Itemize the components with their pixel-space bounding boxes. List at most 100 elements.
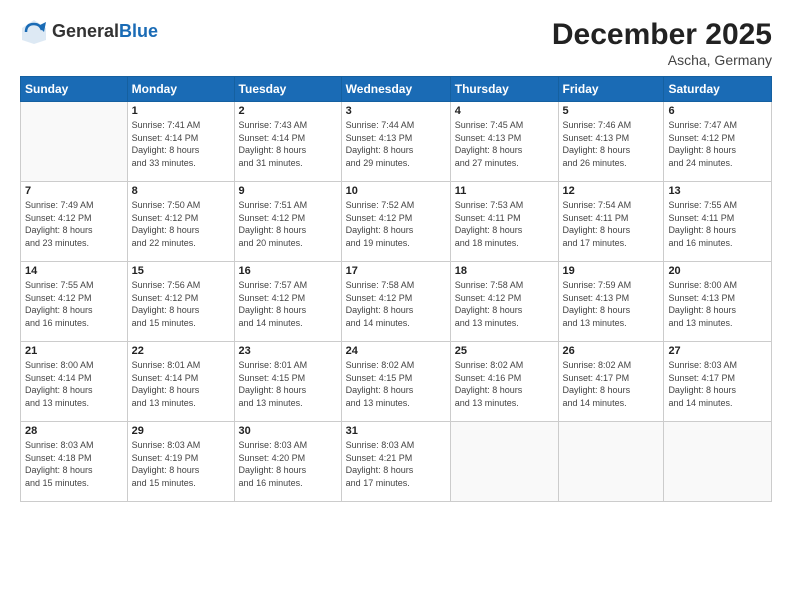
- day-number: 4: [455, 105, 554, 117]
- day-number: 21: [25, 345, 123, 357]
- calendar-cell: 6Sunrise: 7:47 AM Sunset: 4:12 PM Daylig…: [664, 102, 772, 182]
- day-info: Sunrise: 7:44 AM Sunset: 4:13 PM Dayligh…: [346, 119, 446, 169]
- day-number: 24: [346, 345, 446, 357]
- day-info: Sunrise: 7:55 AM Sunset: 4:12 PM Dayligh…: [25, 279, 123, 329]
- day-info: Sunrise: 8:01 AM Sunset: 4:15 PM Dayligh…: [239, 359, 337, 409]
- day-info: Sunrise: 8:03 AM Sunset: 4:17 PM Dayligh…: [668, 359, 767, 409]
- title-block: December 2025 Ascha, Germany: [552, 18, 772, 68]
- day-number: 28: [25, 425, 123, 437]
- calendar-cell: 29 Sunrise: 8:03 AM Sunset: 4:19 PM Dayli…: [127, 422, 234, 502]
- day-info: Sunrise: 8:02 AM Sunset: 4:17 PM Dayligh…: [563, 359, 660, 409]
- calendar-cell: 1 Sunrise: 7:41 AM Sunset: 4:14 PM Daylig…: [127, 102, 234, 182]
- calendar-cell: 2 Sunrise: 7:43 AM Sunset: 4:14 PM Daylig…: [234, 102, 341, 182]
- calendar-cell: 13 Sunrise: 7:55 AM Sunset: 4:11 PM Dayli…: [664, 182, 772, 262]
- day-info: Sunrise: 7:51 AM Sunset: 4:12 PM Dayligh…: [239, 199, 337, 249]
- calendar-cell: [664, 422, 772, 502]
- logo-text: GeneralBlue: [52, 22, 158, 42]
- day-number: 2: [239, 105, 337, 117]
- logo-general: General: [52, 21, 119, 41]
- day-number: 5: [563, 105, 660, 117]
- calendar-cell: 31 Sunrise: 8:03 AM Sunset: 4:21 PM Dayli…: [341, 422, 450, 502]
- calendar-cell: 4Sunrise: 7:45 AM Sunset: 4:13 PM Daylig…: [450, 102, 558, 182]
- day-number: 15: [132, 265, 230, 277]
- calendar-cell: 19 Sunrise: 7:59 AM Sunset: 4:13 PM Dayli…: [558, 262, 664, 342]
- day-number: 20: [668, 265, 767, 277]
- day-number: 27: [668, 345, 767, 357]
- calendar-cell: 22Sunrise: 8:01 AM Sunset: 4:14 PM Dayli…: [127, 342, 234, 422]
- day-number: 9: [239, 185, 337, 197]
- calendar-cell: 23 Sunrise: 8:01 AM Sunset: 4:15 PM Dayli…: [234, 342, 341, 422]
- col-header-thursday: Thursday: [450, 77, 558, 102]
- week-row-4: 21 Sunrise: 8:00 AM Sunset: 4:14 PM Dayli…: [21, 342, 772, 422]
- col-header-friday: Friday: [558, 77, 664, 102]
- calendar-cell: 14 Sunrise: 7:55 AM Sunset: 4:12 PM Dayli…: [21, 262, 128, 342]
- calendar-cell: [558, 422, 664, 502]
- calendar-cell: 25 Sunrise: 8:02 AM Sunset: 4:16 PM Dayli…: [450, 342, 558, 422]
- location: Ascha, Germany: [552, 52, 772, 68]
- day-number: 12: [563, 185, 660, 197]
- day-info: Sunrise: 7:57 AM Sunset: 4:12 PM Dayligh…: [239, 279, 337, 329]
- calendar-cell: 17Sunrise: 7:58 AM Sunset: 4:12 PM Dayli…: [341, 262, 450, 342]
- day-number: 10: [346, 185, 446, 197]
- day-number: 31: [346, 425, 446, 437]
- day-number: 8: [132, 185, 230, 197]
- calendar-table: SundayMondayTuesdayWednesdayThursdayFrid…: [20, 76, 772, 502]
- day-info: Sunrise: 8:00 AM Sunset: 4:14 PM Dayligh…: [25, 359, 123, 409]
- calendar-cell: 28 Sunrise: 8:03 AM Sunset: 4:18 PM Dayli…: [21, 422, 128, 502]
- day-number: 7: [25, 185, 123, 197]
- day-number: 13: [668, 185, 767, 197]
- calendar-cell: 16Sunrise: 7:57 AM Sunset: 4:12 PM Dayli…: [234, 262, 341, 342]
- day-info: Sunrise: 7:59 AM Sunset: 4:13 PM Dayligh…: [563, 279, 660, 329]
- calendar-cell: 10Sunrise: 7:52 AM Sunset: 4:12 PM Dayli…: [341, 182, 450, 262]
- day-number: 17: [346, 265, 446, 277]
- page: GeneralBlue December 2025 Ascha, Germany…: [0, 0, 792, 612]
- day-number: 11: [455, 185, 554, 197]
- calendar-cell: [450, 422, 558, 502]
- calendar-cell: 15 Sunrise: 7:56 AM Sunset: 4:12 PM Dayli…: [127, 262, 234, 342]
- calendar-cell: 24 Sunrise: 8:02 AM Sunset: 4:15 PM Dayli…: [341, 342, 450, 422]
- calendar-header-row: SundayMondayTuesdayWednesdayThursdayFrid…: [21, 77, 772, 102]
- day-number: 14: [25, 265, 123, 277]
- day-number: 23: [239, 345, 337, 357]
- logo-icon: [20, 18, 48, 46]
- day-info: Sunrise: 7:43 AM Sunset: 4:14 PM Dayligh…: [239, 119, 337, 169]
- calendar-cell: 26Sunrise: 8:02 AM Sunset: 4:17 PM Dayli…: [558, 342, 664, 422]
- day-info: Sunrise: 8:03 AM Sunset: 4:18 PM Dayligh…: [25, 439, 123, 489]
- calendar-cell: 9 Sunrise: 7:51 AM Sunset: 4:12 PM Daylig…: [234, 182, 341, 262]
- day-info: Sunrise: 8:03 AM Sunset: 4:19 PM Dayligh…: [132, 439, 230, 489]
- calendar-cell: 11 Sunrise: 7:53 AM Sunset: 4:11 PM Dayli…: [450, 182, 558, 262]
- col-header-saturday: Saturday: [664, 77, 772, 102]
- week-row-5: 28 Sunrise: 8:03 AM Sunset: 4:18 PM Dayli…: [21, 422, 772, 502]
- day-number: 18: [455, 265, 554, 277]
- col-header-sunday: Sunday: [21, 77, 128, 102]
- day-number: 30: [239, 425, 337, 437]
- calendar-cell: 21 Sunrise: 8:00 AM Sunset: 4:14 PM Dayli…: [21, 342, 128, 422]
- day-info: Sunrise: 7:47 AM Sunset: 4:12 PM Dayligh…: [668, 119, 767, 169]
- day-info: Sunrise: 7:56 AM Sunset: 4:12 PM Dayligh…: [132, 279, 230, 329]
- calendar-cell: 7Sunrise: 7:49 AM Sunset: 4:12 PM Daylig…: [21, 182, 128, 262]
- col-header-monday: Monday: [127, 77, 234, 102]
- day-info: Sunrise: 7:46 AM Sunset: 4:13 PM Dayligh…: [563, 119, 660, 169]
- day-info: Sunrise: 8:02 AM Sunset: 4:15 PM Dayligh…: [346, 359, 446, 409]
- day-info: Sunrise: 8:03 AM Sunset: 4:20 PM Dayligh…: [239, 439, 337, 489]
- calendar-cell: 30 Sunrise: 8:03 AM Sunset: 4:20 PM Dayli…: [234, 422, 341, 502]
- day-number: 3: [346, 105, 446, 117]
- day-info: Sunrise: 7:54 AM Sunset: 4:11 PM Dayligh…: [563, 199, 660, 249]
- calendar-cell: 8 Sunrise: 7:50 AM Sunset: 4:12 PM Daylig…: [127, 182, 234, 262]
- day-info: Sunrise: 7:55 AM Sunset: 4:11 PM Dayligh…: [668, 199, 767, 249]
- day-info: Sunrise: 7:41 AM Sunset: 4:14 PM Dayligh…: [132, 119, 230, 169]
- day-info: Sunrise: 7:50 AM Sunset: 4:12 PM Dayligh…: [132, 199, 230, 249]
- col-header-tuesday: Tuesday: [234, 77, 341, 102]
- day-info: Sunrise: 7:53 AM Sunset: 4:11 PM Dayligh…: [455, 199, 554, 249]
- day-number: 25: [455, 345, 554, 357]
- day-number: 1: [132, 105, 230, 117]
- day-number: 29: [132, 425, 230, 437]
- day-info: Sunrise: 8:03 AM Sunset: 4:21 PM Dayligh…: [346, 439, 446, 489]
- day-info: Sunrise: 8:02 AM Sunset: 4:16 PM Dayligh…: [455, 359, 554, 409]
- logo-blue: Blue: [119, 21, 158, 41]
- day-info: Sunrise: 8:01 AM Sunset: 4:14 PM Dayligh…: [132, 359, 230, 409]
- calendar-cell: 5 Sunrise: 7:46 AM Sunset: 4:13 PM Daylig…: [558, 102, 664, 182]
- day-number: 19: [563, 265, 660, 277]
- calendar-cell: 18Sunrise: 7:58 AM Sunset: 4:12 PM Dayli…: [450, 262, 558, 342]
- week-row-3: 14 Sunrise: 7:55 AM Sunset: 4:12 PM Dayli…: [21, 262, 772, 342]
